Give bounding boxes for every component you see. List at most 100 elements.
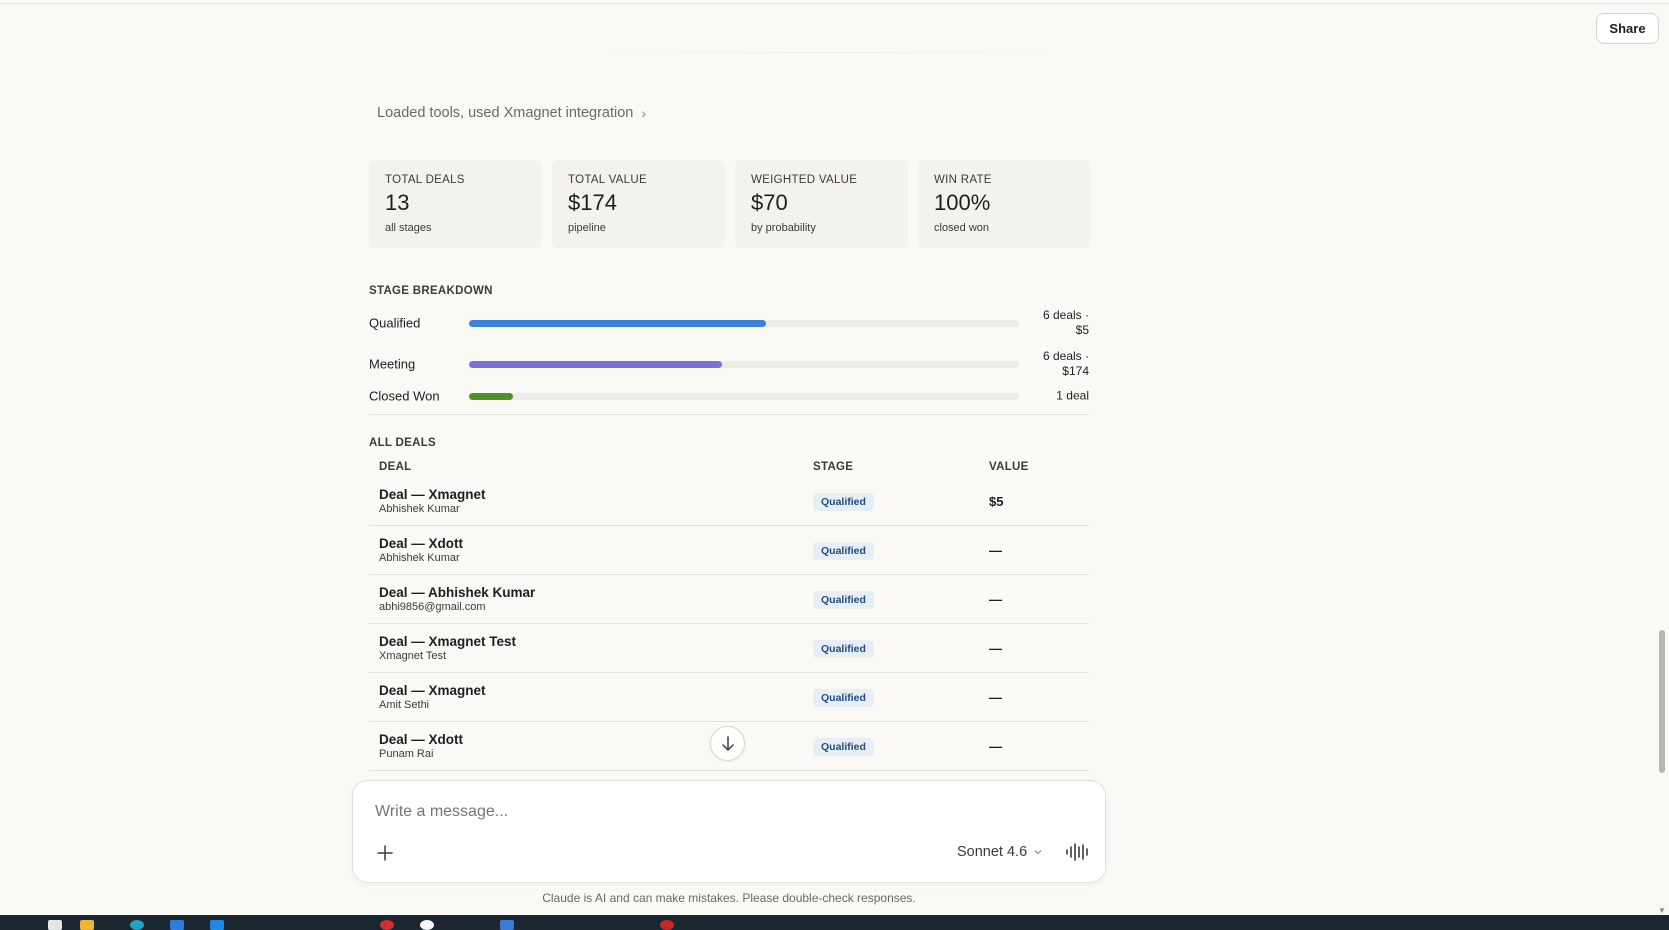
divider-fade — [580, 52, 1080, 53]
app-icon[interactable] — [500, 920, 514, 930]
all-deals-title: ALL DEALS — [369, 437, 437, 449]
stat-card-win-rate: WIN RATE 100% closed won — [918, 160, 1091, 248]
stat-card-total-deals: TOTAL DEALS 13 all stages — [369, 160, 542, 248]
stage-count-line1: 1 deal — [1056, 388, 1089, 403]
deal-name: Deal — Xmagnet — [379, 487, 486, 502]
table-header: DEAL STAGE VALUE — [369, 457, 1089, 477]
stat-sub: all stages — [385, 222, 432, 234]
taskbar-icon[interactable] — [48, 920, 62, 930]
stage-count: 6 deals · $5 — [1029, 308, 1089, 338]
app-icon[interactable] — [380, 920, 394, 930]
stage-name: Qualified — [369, 315, 421, 331]
deal-contact: Amit Sethi — [379, 699, 430, 711]
voice-waveform-icon[interactable] — [1065, 843, 1089, 866]
stage-bar-track — [469, 361, 1019, 368]
deal-value: — — [989, 591, 1002, 607]
stage-count-line2: $5 — [1075, 323, 1089, 337]
stat-label: TOTAL DEALS — [385, 174, 465, 186]
arrow-down-icon — [721, 735, 734, 751]
tool-usage-toggle[interactable]: Loaded tools, used Xmagnet integration › — [377, 105, 646, 121]
deal-value: — — [989, 738, 1002, 754]
deal-value: $5 — [989, 493, 1004, 509]
stage-count-line1: 6 deals · — [1042, 308, 1089, 322]
stage-bar-track — [469, 393, 1019, 400]
stage-badge: Qualified — [813, 639, 874, 658]
app-icon[interactable] — [420, 920, 434, 930]
folder-icon[interactable] — [80, 920, 94, 930]
stat-value: $70 — [751, 190, 788, 215]
deal-name: Deal — Xmagnet Test — [379, 634, 517, 649]
stat-value: 13 — [385, 190, 410, 215]
scrollbar-thumb[interactable] — [1659, 630, 1665, 773]
deals-table: DEAL STAGE VALUE Deal — Xmagnet Abhishek… — [369, 457, 1089, 771]
table-row[interactable]: Deal — Xmagnet Amit Sethi Qualified — — [369, 673, 1089, 722]
plus-icon[interactable] — [373, 841, 397, 865]
stage-count: 1 deal — [1029, 389, 1089, 404]
stage-name: Meeting — [369, 356, 416, 372]
app-icon[interactable] — [660, 920, 674, 930]
stage-bar-track — [469, 320, 1019, 327]
stage-bar-fill — [469, 320, 766, 327]
deal-contact: Xmagnet Test — [379, 650, 447, 662]
stat-card-weighted-value: WEIGHTED VALUE $70 by probability — [735, 160, 908, 248]
deal-value: — — [989, 542, 1002, 558]
deal-contact: Punam Rai — [379, 748, 434, 760]
disclaimer-text: Claude is AI and can make mistakes. Plea… — [542, 891, 916, 905]
section-divider — [369, 414, 1089, 415]
stat-label: WEIGHTED VALUE — [751, 174, 858, 186]
deal-name: Deal — Abhishek Kumar — [379, 585, 536, 600]
stat-sub: pipeline — [568, 222, 606, 234]
stat-value: $174 — [568, 190, 617, 215]
message-composer: Sonnet 4.6 — [352, 780, 1106, 883]
browser-icon[interactable] — [130, 920, 144, 930]
top-border — [0, 3, 1669, 4]
stage-badge: Qualified — [813, 688, 874, 707]
stage-badge: Qualified — [813, 590, 874, 609]
model-name: Sonnet 4.6 — [957, 844, 1028, 860]
stat-label: TOTAL VALUE — [568, 174, 647, 186]
stat-sub: by probability — [751, 222, 816, 234]
share-button[interactable]: Share — [1596, 13, 1659, 44]
stage-count: 6 deals · $174 — [1029, 349, 1089, 379]
chevron-right-icon: › — [641, 105, 647, 121]
message-input[interactable] — [375, 803, 975, 821]
deal-contact: Abhishek Kumar — [379, 503, 460, 515]
tool-usage-text: Loaded tools, used Xmagnet integration — [377, 105, 634, 121]
taskbar — [0, 915, 1669, 930]
table-row[interactable]: Deal — Xdott Abhishek Kumar Qualified — — [369, 526, 1089, 575]
stat-label: WIN RATE — [934, 174, 992, 186]
stat-value: 100% — [934, 190, 991, 215]
deal-name: Deal — Xdott — [379, 732, 464, 747]
stage-badge: Qualified — [813, 492, 874, 511]
scroll-down-arrow-icon[interactable]: ▼ — [1658, 906, 1666, 915]
stage-badge: Qualified — [813, 541, 874, 560]
stage-row-qualified: Qualified 6 deals · $5 — [369, 308, 1089, 338]
stats-cards: TOTAL DEALS 13 all stages TOTAL VALUE $1… — [369, 160, 1091, 248]
stat-sub: closed won — [934, 222, 990, 234]
deal-value: — — [989, 640, 1002, 656]
stage-row-closed-won: Closed Won 1 deal — [369, 381, 1089, 411]
deal-name: Deal — Xmagnet — [379, 683, 486, 698]
stage-bar-fill — [469, 361, 722, 368]
deal-name: Deal — Xdott — [379, 536, 464, 551]
app-icon[interactable] — [210, 920, 224, 930]
deal-value: — — [989, 689, 1002, 705]
deal-contact: abhi9856@gmail.com — [379, 601, 486, 613]
column-header-value: VALUE — [989, 461, 1029, 473]
scroll-to-bottom-button[interactable] — [710, 726, 745, 761]
stage-name: Closed Won — [369, 388, 440, 404]
stage-row-meeting: Meeting 6 deals · $174 — [369, 349, 1089, 379]
table-row[interactable]: Deal — Xmagnet Abhishek Kumar Qualified … — [369, 477, 1089, 526]
table-row[interactable]: Deal — Abhishek Kumar abhi9856@gmail.com… — [369, 575, 1089, 624]
chevron-down-icon — [1034, 850, 1042, 855]
stage-badge: Qualified — [813, 737, 874, 756]
model-selector[interactable]: Sonnet 4.6 — [957, 844, 1043, 860]
stage-count-line2: $174 — [1062, 364, 1089, 378]
stage-breakdown-title: STAGE BREAKDOWN — [369, 285, 493, 297]
stage-bar-fill — [469, 393, 513, 400]
stage-count-line1: 6 deals · — [1042, 349, 1089, 363]
column-header-stage: STAGE — [813, 461, 854, 473]
deal-contact: Abhishek Kumar — [379, 552, 460, 564]
app-icon[interactable] — [170, 920, 184, 930]
table-row[interactable]: Deal — Xmagnet Test Xmagnet Test Qualifi… — [369, 624, 1089, 673]
